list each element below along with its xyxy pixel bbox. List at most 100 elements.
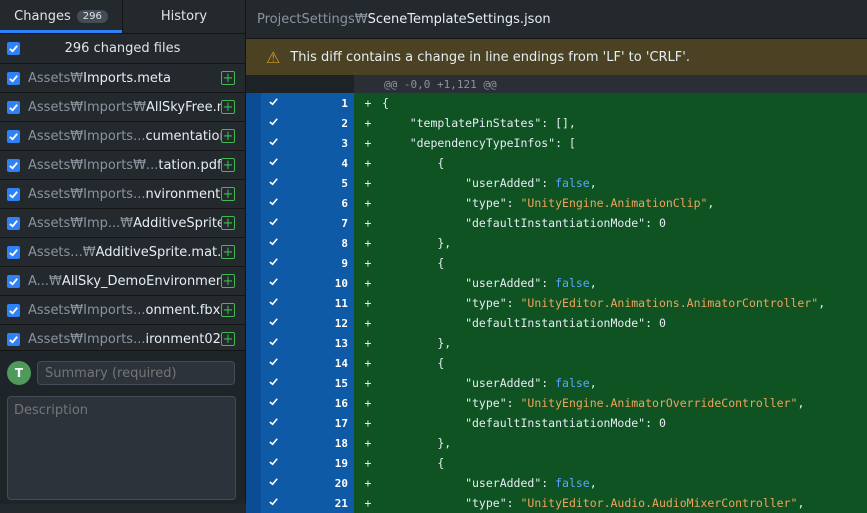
line-include-toggle[interactable] xyxy=(246,413,316,433)
line-include-toggle[interactable] xyxy=(246,453,316,473)
file-path: Assets₩Imports₩...tation.pdf.meta xyxy=(28,158,221,173)
line-content: + "userAdded": false, xyxy=(354,173,867,193)
added-marker: + xyxy=(364,236,372,250)
file-directory: A...₩ xyxy=(28,273,62,289)
list-item[interactable]: Assets₩Imports₩...tation.pdf.meta+ xyxy=(0,151,245,180)
line-include-toggle[interactable] xyxy=(246,473,316,493)
list-item[interactable]: A...₩AllSky_DemoEnvironment.fbx+ xyxy=(0,267,245,296)
line-content: + "type": "UnityEditor.Audio.AudioMixerC… xyxy=(354,493,867,513)
file-checkbox[interactable] xyxy=(7,303,20,317)
code-token: , xyxy=(797,396,805,410)
diff-line[interactable]: 7 + "defaultInstantiationMode": 0 xyxy=(246,213,867,233)
code-token: "userAdded": xyxy=(382,276,556,290)
line-number: 5 xyxy=(316,173,354,193)
diff-line[interactable]: 6 + "type": "UnityEngine.AnimationClip", xyxy=(246,193,867,213)
hunk-header: @@ -0,0 +1,121 @@ xyxy=(246,75,867,93)
added-file-icon: + xyxy=(221,302,235,318)
check-icon xyxy=(268,416,279,430)
check-icon xyxy=(268,356,279,370)
line-include-toggle[interactable] xyxy=(246,333,316,353)
line-content: + "dependencyTypeInfos": [ xyxy=(354,133,867,153)
line-include-toggle[interactable] xyxy=(246,273,316,293)
line-number: 6 xyxy=(316,193,354,213)
diff-line[interactable]: 2 + "templatePinStates": [], xyxy=(246,113,867,133)
list-item[interactable]: Assets₩Imports...onment.fbx.meta+ xyxy=(0,296,245,325)
diff-line[interactable]: 16 + "type": "UnityEngine.AnimatorOverrid… xyxy=(246,393,867,413)
line-include-toggle[interactable] xyxy=(246,253,316,273)
line-include-toggle[interactable] xyxy=(246,233,316,253)
diff-line[interactable]: 19 + { xyxy=(246,453,867,473)
list-item[interactable]: Assets...₩AdditiveSprite.mat.meta+ xyxy=(0,238,245,267)
file-checkbox[interactable] xyxy=(7,129,20,143)
line-include-toggle[interactable] xyxy=(246,493,316,513)
line-include-toggle[interactable] xyxy=(246,213,316,233)
code-token: }, xyxy=(382,236,452,250)
diff-line[interactable]: 17 + "defaultInstantiationMode": 0 xyxy=(246,413,867,433)
line-include-toggle[interactable] xyxy=(246,93,316,113)
diff-line[interactable]: 12 + "defaultInstantiationMode": 0 xyxy=(246,313,867,333)
list-item[interactable]: Assets₩Imports...nvironment.meta+ xyxy=(0,180,245,209)
list-item[interactable]: Assets₩Imp...₩AdditiveSprite.mat+ xyxy=(0,209,245,238)
diff-line[interactable]: 3 + "dependencyTypeInfos": [ xyxy=(246,133,867,153)
file-name: tation.pdf.meta xyxy=(158,157,221,173)
check-icon xyxy=(268,176,279,190)
file-checkbox[interactable] xyxy=(7,71,20,85)
line-include-toggle[interactable] xyxy=(246,293,316,313)
file-checkbox[interactable] xyxy=(7,245,20,259)
line-include-toggle[interactable] xyxy=(246,193,316,213)
diff-line[interactable]: 9 + { xyxy=(246,253,867,273)
tab-changes[interactable]: Changes 296 xyxy=(0,0,122,33)
diff-line[interactable]: 1 +{ xyxy=(246,93,867,113)
file-directory: Assets₩ xyxy=(28,70,84,86)
list-item[interactable]: Assets₩Imports...cumentation.pdf+ xyxy=(0,122,245,151)
code-token: "UnityEngine.AnimationClip" xyxy=(520,196,708,210)
file-checkbox[interactable] xyxy=(7,216,20,230)
file-checkbox[interactable] xyxy=(7,274,20,288)
file-directory: Assets₩Imports... xyxy=(28,186,146,202)
code-token: { xyxy=(382,256,445,270)
code-token: "userAdded": xyxy=(382,176,556,190)
select-all-checkbox[interactable] xyxy=(7,42,20,55)
added-marker: + xyxy=(364,316,372,330)
diff-line[interactable]: 18 + }, xyxy=(246,433,867,453)
code-token: }, xyxy=(382,336,452,350)
line-include-toggle[interactable] xyxy=(246,113,316,133)
check-icon xyxy=(268,336,279,350)
added-file-icon: + xyxy=(221,186,235,202)
diff-line[interactable]: 4 + { xyxy=(246,153,867,173)
diff-line[interactable]: 13 + }, xyxy=(246,333,867,353)
diff-line[interactable]: 10 + "userAdded": false, xyxy=(246,273,867,293)
summary-input[interactable] xyxy=(37,361,235,385)
diff-line[interactable]: 11 + "type": "UnityEditor.Animations.Anim… xyxy=(246,293,867,313)
file-checkbox[interactable] xyxy=(7,158,20,172)
diff-line[interactable]: 8 + }, xyxy=(246,233,867,253)
file-path-directory: ProjectSettings₩ xyxy=(257,11,368,27)
line-include-toggle[interactable] xyxy=(246,433,316,453)
line-include-toggle[interactable] xyxy=(246,353,316,373)
line-content: + { xyxy=(354,253,867,273)
diff-line[interactable]: 20 + "userAdded": false, xyxy=(246,473,867,493)
line-include-toggle[interactable] xyxy=(246,373,316,393)
list-item[interactable]: Assets₩Imports₩AllSkyFree.meta+ xyxy=(0,93,245,122)
diff-line[interactable]: 15 + "userAdded": false, xyxy=(246,373,867,393)
description-field[interactable] xyxy=(7,396,236,500)
line-include-toggle[interactable] xyxy=(246,153,316,173)
check-icon xyxy=(268,476,279,490)
line-include-toggle[interactable] xyxy=(246,313,316,333)
line-include-toggle[interactable] xyxy=(246,393,316,413)
code-token: "type": xyxy=(382,396,521,410)
list-item[interactable]: Assets₩Imports.meta + xyxy=(0,64,245,93)
check-icon xyxy=(268,276,279,290)
diff-line[interactable]: 5 + "userAdded": false, xyxy=(246,173,867,193)
line-include-toggle[interactable] xyxy=(246,173,316,193)
check-icon xyxy=(268,196,279,210)
code-token: { xyxy=(382,96,389,110)
line-include-toggle[interactable] xyxy=(246,133,316,153)
file-checkbox[interactable] xyxy=(7,187,20,201)
added-file-icon: + xyxy=(221,157,235,173)
diff-line[interactable]: 21 + "type": "UnityEditor.Audio.AudioMixe… xyxy=(246,493,867,513)
file-checkbox[interactable] xyxy=(7,332,20,346)
file-checkbox[interactable] xyxy=(7,100,20,114)
tab-history[interactable]: History xyxy=(122,0,245,33)
diff-line[interactable]: 14 + { xyxy=(246,353,867,373)
